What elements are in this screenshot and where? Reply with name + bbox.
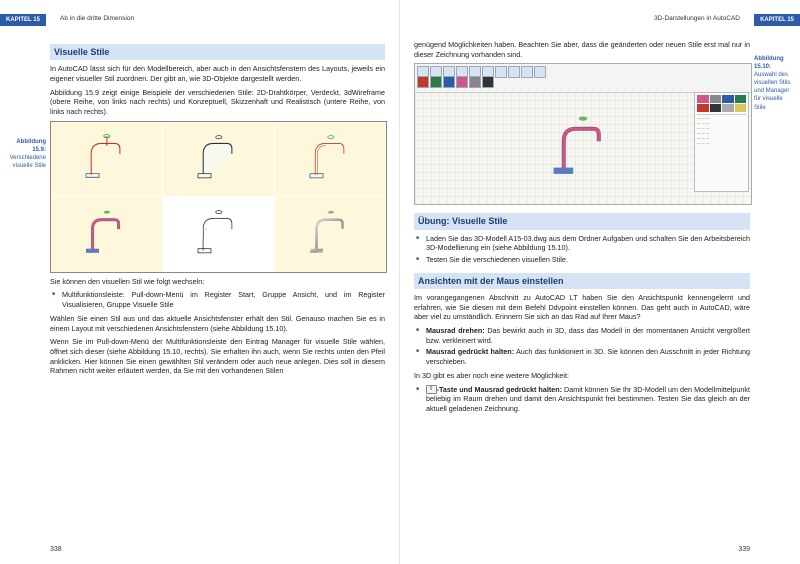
faucet-icon xyxy=(180,133,258,185)
figure-caption-15-9: Abbildung 15.9: Verschiedene visuelle St… xyxy=(4,138,46,170)
style-thumb-icon xyxy=(722,95,734,103)
faucet-icon xyxy=(292,208,370,260)
paragraph: Wählen Sie einen Stil aus und das aktuel… xyxy=(50,314,385,333)
style-cell-wireframe2d xyxy=(51,122,162,197)
list-item: Mausrad drehen: Das bewirkt auch in 3D, … xyxy=(426,326,750,345)
bullet-list: Mausrad drehen: Das bewirkt auch in 3D, … xyxy=(414,326,750,367)
running-header-left: Ab in die dritte Dimension xyxy=(60,15,134,24)
page-left: KAPITEL 15 Ab in die dritte Dimension Vi… xyxy=(0,0,400,564)
bullet-list: Multifunktionsleiste: Pull-down-Menü im … xyxy=(50,290,385,309)
style-cell-conceptual xyxy=(51,197,162,272)
style-cell-wireframe3d xyxy=(275,122,386,197)
ribbon-icon xyxy=(495,66,507,78)
ribbon-icon xyxy=(508,66,520,78)
paragraph: In 3D gibt es aber noch eine weitere Mög… xyxy=(414,371,750,381)
paragraph: Abbildung 15.9 zeigt einige Beispiele de… xyxy=(50,88,385,117)
ribbon-icon xyxy=(521,66,533,78)
running-header-right: 3D-Darstellungen in AutoCAD xyxy=(654,15,740,24)
shift-key-icon: ⇧ xyxy=(426,385,437,394)
chapter-tab-right: KAPITEL 15 xyxy=(754,14,800,26)
list-item: Laden Sie das 3D-Modell A15-03.dwg aus d… xyxy=(426,234,750,253)
page-number-right: 339 xyxy=(738,545,750,554)
style-thumb-icon xyxy=(722,104,734,112)
section-title-mouse-views: Ansichten mit der Maus einstellen xyxy=(414,273,750,289)
list-item: Multifunktionsleiste: Pull-down-Menü im … xyxy=(62,290,385,309)
page-number-left: 338 xyxy=(50,545,62,554)
figure-15-9 xyxy=(50,121,387,273)
faucet-icon xyxy=(68,208,146,260)
style-thumb-icon xyxy=(735,104,747,112)
faucet-icon xyxy=(180,208,258,260)
style-cell-sketchy xyxy=(163,197,274,272)
ribbon-icon xyxy=(534,66,546,78)
list-item: ⇧-Taste und Mausrad gedrückt halten: Dam… xyxy=(426,385,750,414)
paragraph: Wenn Sie im Pull-down-Menü der Multifunk… xyxy=(50,337,385,376)
faucet-model-icon xyxy=(499,113,667,183)
style-thumb-icon xyxy=(697,104,709,112)
section-title-visual-styles: Visuelle Stile xyxy=(50,44,385,60)
style-thumb-icon xyxy=(456,76,468,88)
chapter-tab-left: KAPITEL 15 xyxy=(0,14,46,26)
autocad-ribbon xyxy=(415,64,751,93)
visual-styles-manager-panel: — — —— — —— — —— — —— — —— — — xyxy=(694,92,749,192)
list-item: Testen Sie die verschiedenen visuellen S… xyxy=(426,255,750,265)
style-cell-hidden xyxy=(163,122,274,197)
style-thumb-icon xyxy=(443,76,455,88)
figure-caption-15-10: Abbildung 15.10: Auswahl des visuellen S… xyxy=(754,55,796,112)
style-thumb-icon xyxy=(735,95,747,103)
faucet-icon xyxy=(68,133,146,185)
style-cell-realistic xyxy=(275,197,386,272)
list-item: Mausrad gedrückt halten: Auch das funkti… xyxy=(426,347,750,366)
style-thumb-icon xyxy=(417,76,429,88)
style-thumb-icon xyxy=(430,76,442,88)
page-right: KAPITEL 15 3D-Darstellungen in AutoCAD g… xyxy=(400,0,800,564)
section-title-exercise: Übung: Visuelle Stile xyxy=(414,213,750,229)
figure-15-10: — — —— — —— — —— — —— — —— — — xyxy=(414,63,752,205)
book-spread: KAPITEL 15 Ab in die dritte Dimension Vi… xyxy=(0,0,800,564)
paragraph: genügend Möglichkeiten haben. Beachten S… xyxy=(414,40,750,59)
style-thumb-icon xyxy=(710,95,722,103)
style-thumb-icon xyxy=(710,104,722,112)
paragraph: Sie können den visuellen Stil wie folgt … xyxy=(50,277,385,287)
paragraph: In AutoCAD lässt sich für den Modellbere… xyxy=(50,64,385,83)
faucet-icon xyxy=(292,133,370,185)
style-thumb-icon xyxy=(469,76,481,88)
paragraph: Im vorangegangenen Abschnitt zu AutoCAD … xyxy=(414,293,750,322)
style-thumb-icon xyxy=(482,76,494,88)
bullet-list: Laden Sie das 3D-Modell A15-03.dwg aus d… xyxy=(414,234,750,265)
style-thumb-icon xyxy=(697,95,709,103)
bullet-list: ⇧-Taste und Mausrad gedrückt halten: Dam… xyxy=(414,385,750,414)
